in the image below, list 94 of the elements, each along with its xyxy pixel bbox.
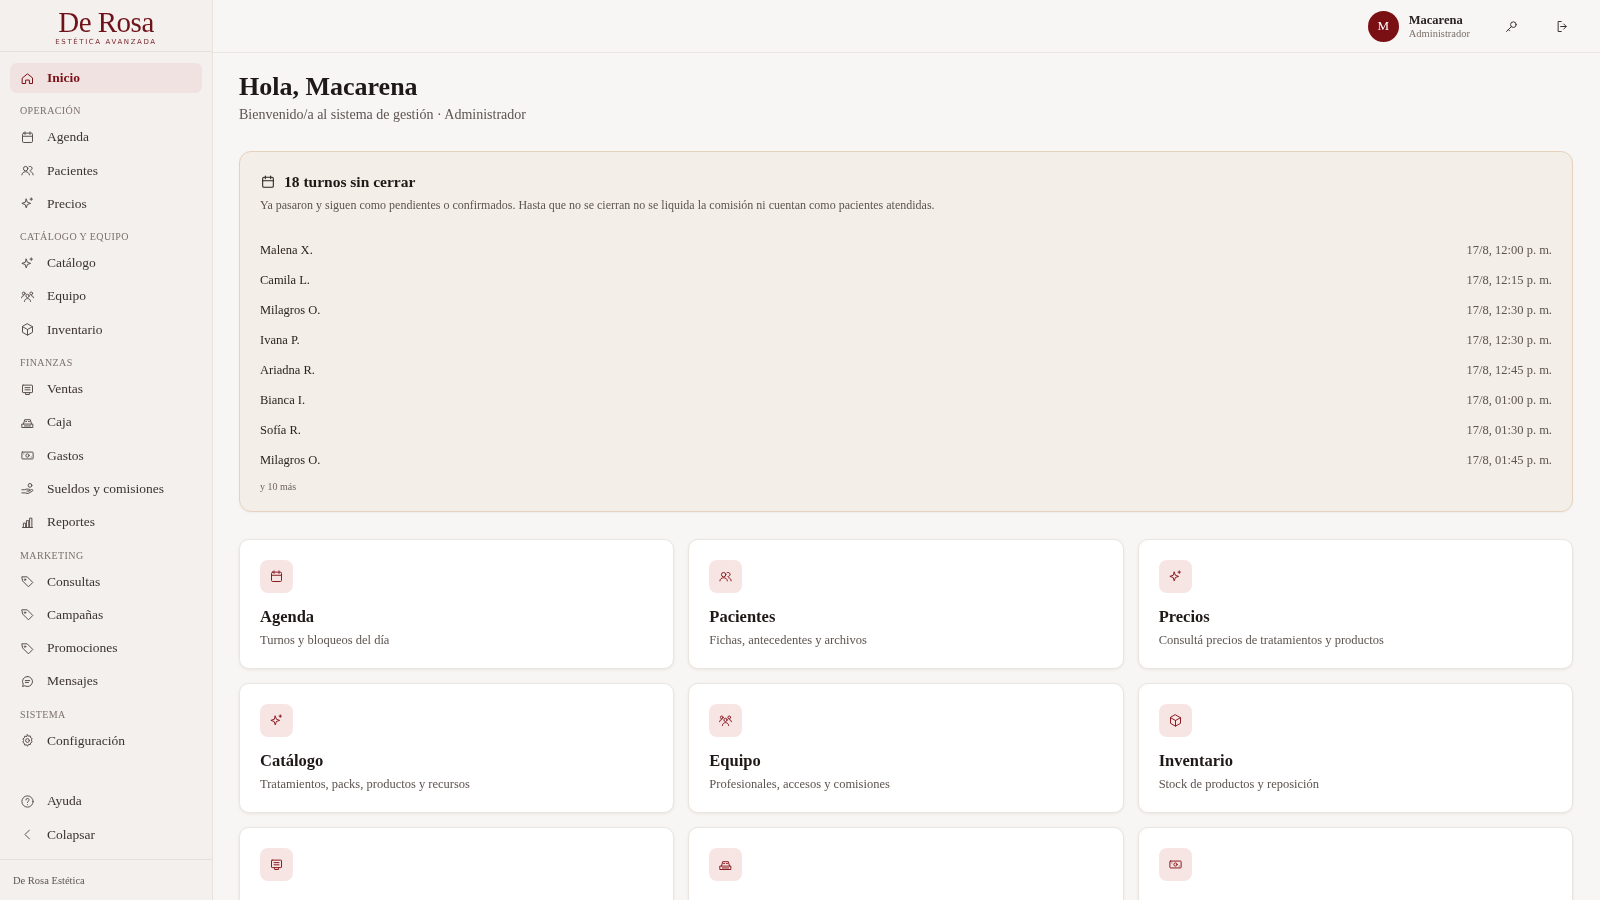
receipt-icon <box>260 848 293 881</box>
sidebar-item[interactable]: Catálogo <box>10 248 202 279</box>
appointment-time: 17/8, 01:30 p. m. <box>1466 422 1552 438</box>
key-icon <box>1504 18 1519 34</box>
card-title: Equipo <box>709 751 762 771</box>
patient-name: Bianca I. <box>260 392 306 408</box>
box-icon <box>1158 704 1192 737</box>
card-title: Precios <box>1158 607 1211 627</box>
patient-name: Milagros O. <box>260 452 321 468</box>
patient-name: Milagros O. <box>260 302 321 318</box>
shortcut-card[interactable]: Inventario Stock de productos y reposición <box>1137 683 1573 813</box>
sidebar-item[interactable]: Pacientes <box>10 155 202 186</box>
home-icon <box>20 70 35 86</box>
shortcut-card[interactable]: Agenda Turnos y bloqueos del día <box>239 539 675 669</box>
sidebar-item[interactable]: Ventas <box>10 374 202 405</box>
shortcut-card[interactable]: Precios Consultá precios de tratamientos y productos <box>1137 539 1573 669</box>
patient-name: Ivana P. <box>260 332 300 348</box>
appointment-time: 17/8, 01:00 p. m. <box>1466 392 1552 408</box>
sparkle-icon <box>20 255 35 271</box>
sidebar-item[interactable]: Promociones <box>10 633 202 664</box>
sidebar-item[interactable]: Caja <box>10 407 202 438</box>
card-description: Fichas, antecedentes y archivos <box>709 633 868 648</box>
sidebar-item[interactable]: Campañas <box>10 599 202 630</box>
alert-title: 18 turnos sin cerrar <box>284 173 416 191</box>
sparkle-icon <box>260 704 293 737</box>
section-heading: FINANZAS <box>19 356 74 371</box>
card-title: Catálogo <box>260 751 325 771</box>
sidebar-item[interactable]: Agenda <box>10 122 202 153</box>
shortcut-card[interactable]: Catálogo Tratamientos, packs, productos y recursos <box>239 683 675 813</box>
banknote-icon <box>1158 848 1192 881</box>
avatar: M <box>1367 10 1399 42</box>
alert-description: Ya pasaron y siguen como pendientes o confirmados. Hasta que no se cierran no se liquida la comisión ni cuentan como pacientes atendidas. <box>260 198 936 213</box>
footer-text: De Rosa Estética <box>13 874 85 886</box>
patient-name: Sofía R. <box>260 422 301 438</box>
page-title: Hola, Macarena <box>239 71 419 103</box>
sidebar-item[interactable]: Mensajes <box>10 666 202 697</box>
sidebar-item[interactable]: Sueldos y comisiones <box>10 473 202 504</box>
calendar-icon <box>260 560 293 593</box>
tag-icon <box>20 607 35 623</box>
card-description: Profesionales, accesos y comisiones <box>709 777 891 792</box>
card-description: Turnos y bloqueos del día <box>260 633 391 648</box>
group-icon <box>20 289 35 304</box>
settings-icon <box>20 733 35 749</box>
more-count: y 10 más <box>260 481 298 492</box>
sidebar-item[interactable]: Precios <box>10 188 202 219</box>
sparkle-icon <box>1158 560 1192 593</box>
tag-icon <box>20 574 35 590</box>
sidebar-item[interactable]: Inventario <box>10 314 202 345</box>
patient-name: Camila L. <box>260 272 310 288</box>
calendar-icon <box>20 129 35 145</box>
patient-name: Ariadna R. <box>260 362 315 378</box>
bar-chart-icon <box>20 514 35 530</box>
sidebar-item[interactable]: Equipo <box>10 281 202 312</box>
collapse-button[interactable]: Colapsar <box>10 819 202 850</box>
hand-coins-icon <box>20 481 35 497</box>
logout-icon <box>1555 18 1570 34</box>
brand-logo: De Rosa <box>58 7 154 37</box>
page-subtitle: Bienvenido/a al sistema de gestión · Administrador <box>239 107 527 123</box>
box-icon <box>20 322 35 338</box>
sidebar-item[interactable]: Configuración <box>10 725 202 756</box>
tag-icon <box>20 640 35 656</box>
card-description: Tratamientos, packs, productos y recursos <box>260 777 471 792</box>
sidebar-item[interactable]: Ayuda <box>10 786 202 817</box>
appointment-time: 17/8, 01:45 p. m. <box>1466 452 1552 468</box>
card-title: Inventario <box>1158 751 1234 771</box>
sidebar-item[interactable]: Inicio <box>10 63 202 93</box>
people-icon <box>709 560 743 593</box>
sidebar-item[interactable]: Reportes <box>10 507 202 538</box>
section-heading: OPERACIÓN <box>19 104 82 119</box>
sidebar-item[interactable]: Gastos <box>10 440 202 471</box>
calendar-icon <box>260 174 276 190</box>
sidebar-item[interactable]: Consultas <box>10 566 202 597</box>
appointment-time: 17/8, 12:30 p. m. <box>1466 332 1552 348</box>
section-heading: MARKETING <box>19 548 85 563</box>
appointment-time: 17/8, 12:15 p. m. <box>1466 272 1552 288</box>
section-heading: SISTEMA <box>19 707 67 722</box>
shortcut-card[interactable]: Equipo Profesionales, accesos y comisiones <box>688 683 1124 813</box>
section-heading: CATÁLOGO Y EQUIPO <box>19 230 130 245</box>
card-title: Agenda <box>260 607 316 627</box>
appointment-time: 17/8, 12:45 p. m. <box>1466 362 1552 378</box>
chat-icon <box>20 673 35 689</box>
card-title: Pacientes <box>709 607 777 627</box>
help-icon <box>20 793 35 809</box>
cash-register-icon <box>709 848 743 881</box>
shortcut-card[interactable]: Pacientes Fichas, antecedentes y archivos <box>688 539 1124 669</box>
receipt-icon <box>20 381 35 397</box>
appointment-time: 17/8, 12:30 p. m. <box>1466 302 1552 318</box>
appointment-time: 17/8, 12:00 p. m. <box>1466 242 1552 258</box>
card-description: Stock de productos y reposición <box>1158 777 1321 792</box>
user-name: Macarena <box>1408 13 1464 28</box>
user-role: Administrador <box>1408 28 1470 39</box>
card-description: Consultá precios de tratamientos y productos <box>1158 633 1385 648</box>
group-icon <box>709 704 743 737</box>
patient-name: Malena X. <box>260 242 313 258</box>
